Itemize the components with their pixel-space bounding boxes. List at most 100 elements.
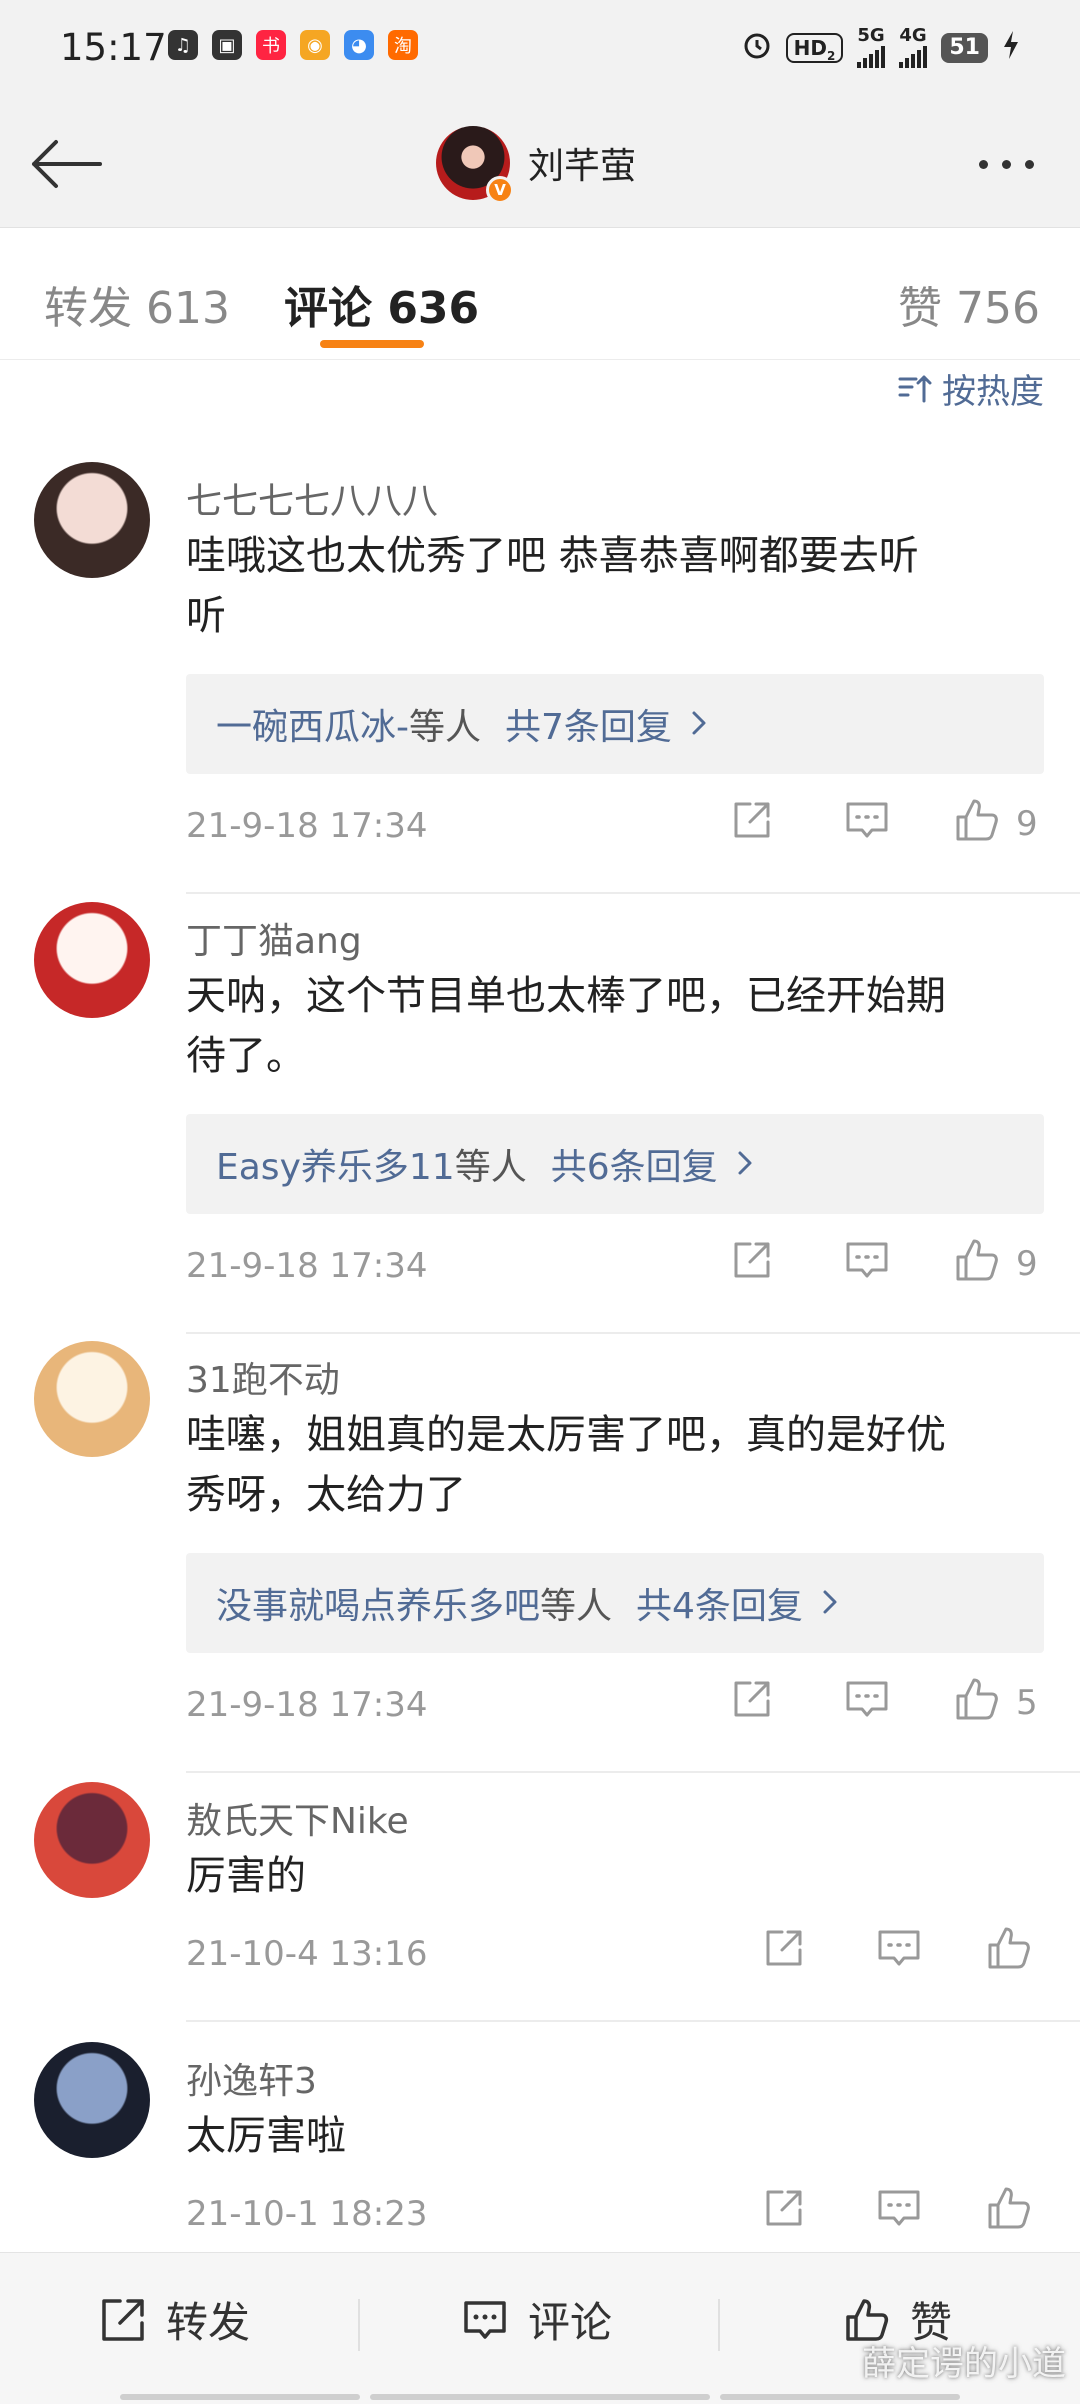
sort-label: 按热度 bbox=[942, 372, 1044, 412]
reply-comment-button[interactable] bbox=[844, 1673, 890, 1733]
qq-icon: ◕ bbox=[344, 30, 374, 60]
like-comment-button[interactable]: 9 bbox=[954, 1234, 1038, 1294]
repost-comment-button[interactable] bbox=[730, 1234, 774, 1294]
reply-comment-button[interactable] bbox=[876, 1922, 922, 1982]
comment-icon bbox=[844, 1238, 890, 1291]
thumbs-up-icon bbox=[954, 797, 1002, 852]
replies-preview[interactable]: Easy养乐多11 等人 共6条回复 bbox=[186, 1114, 1044, 1214]
chevron-right-icon bbox=[821, 1583, 839, 1624]
comment-username[interactable]: 七七七七八八八 bbox=[186, 472, 438, 524]
comment-text-line: 天呐，这个节目单也太棒了吧，已经开始期 bbox=[186, 973, 946, 1019]
comment-timestamp: 21-9-18 17:34 bbox=[186, 1246, 428, 1286]
comment-text: 天呐，这个节目单也太棒了吧，已经开始期 待了。 bbox=[186, 966, 1046, 1086]
active-tab-indicator bbox=[320, 340, 424, 348]
more-dot-icon bbox=[1024, 159, 1034, 169]
alarm-icon bbox=[742, 30, 772, 66]
header-profile[interactable]: V 刘芊萤 bbox=[436, 126, 637, 204]
comment-timestamp: 21-10-1 18:23 bbox=[186, 2194, 428, 2234]
back-button[interactable] bbox=[24, 124, 108, 204]
comment-username[interactable]: 31跑不动 bbox=[186, 1351, 340, 1403]
chevron-right-icon bbox=[736, 1144, 754, 1185]
reply-author: Easy养乐多11 bbox=[216, 1147, 455, 1188]
thumbs-up-icon bbox=[986, 2185, 1034, 2240]
repost-label: 转发 bbox=[166, 2298, 251, 2347]
avatar[interactable] bbox=[34, 1782, 150, 1898]
avatar[interactable] bbox=[34, 462, 150, 578]
divider bbox=[358, 2299, 360, 2351]
comment-timestamp: 21-9-18 17:34 bbox=[186, 1685, 428, 1725]
reply-etc: 等人 bbox=[409, 707, 482, 748]
comment-icon bbox=[844, 1677, 890, 1730]
comment-text-line: 听 bbox=[186, 593, 226, 639]
status-app-icons: ♫ ▣ 书 ◉ ◕ 淘 bbox=[168, 30, 418, 60]
more-dot-icon bbox=[1001, 159, 1011, 169]
more-options-button[interactable] bbox=[956, 134, 1056, 194]
watermark: 薛定谔的小道 bbox=[862, 2344, 1066, 2384]
comment-text-line: 哇噻，姐姐真的是太厉害了吧，真的是好优 bbox=[186, 1412, 946, 1458]
reply-count: 共4条回复 bbox=[636, 1586, 803, 1627]
reply-comment-button[interactable] bbox=[844, 794, 890, 854]
chevron-right-icon bbox=[690, 704, 708, 745]
weibo-icon: ◉ bbox=[300, 30, 330, 60]
like-count: 9 bbox=[1016, 804, 1038, 844]
reply-comment-button[interactable] bbox=[876, 2182, 922, 2242]
avatar[interactable]: V bbox=[436, 126, 514, 204]
hd-indicator: HD2 bbox=[785, 33, 844, 63]
comment-text-line: 太厉害啦 bbox=[186, 2113, 346, 2159]
avatar[interactable] bbox=[34, 1341, 150, 1457]
nav-header: V 刘芊萤 bbox=[0, 100, 1080, 228]
comment-text: 哇噻，姐姐真的是太厉害了吧，真的是好优 秀呀，太给力了 bbox=[186, 1405, 1046, 1525]
comment-icon bbox=[876, 2186, 922, 2239]
repost-comment-button[interactable] bbox=[762, 2182, 806, 2242]
thumbs-up-icon bbox=[954, 1237, 1002, 1292]
signal-4g-icon: 4G bbox=[899, 27, 928, 68]
page-title: 刘芊萤 bbox=[528, 146, 637, 187]
tab-comments[interactable]: 评论 636 bbox=[284, 272, 479, 336]
reply-author: 一碗西瓜冰- bbox=[216, 707, 409, 748]
sort-button[interactable]: 按热度 bbox=[898, 364, 1044, 413]
comment-username[interactable]: 敖氏天下Nike bbox=[186, 1792, 409, 1844]
status-bar: 15:17 ♫ ▣ 书 ◉ ◕ 淘 HD2 5G 4G 51 bbox=[0, 0, 1080, 100]
share-icon bbox=[102, 2298, 144, 2341]
reply-etc: 等人 bbox=[540, 1586, 613, 1627]
comment-label: 评论 bbox=[528, 2298, 613, 2347]
tab-reposts[interactable]: 转发 613 bbox=[44, 272, 230, 336]
nav-indicator bbox=[120, 2394, 360, 2400]
divider bbox=[186, 2020, 1080, 2022]
replies-preview[interactable]: 一碗西瓜冰- 等人 共7条回复 bbox=[186, 674, 1044, 774]
repost-comment-button[interactable] bbox=[730, 794, 774, 854]
comment-text-line: 待了。 bbox=[186, 1033, 306, 1079]
comment-icon bbox=[844, 798, 890, 851]
thumbs-up-icon bbox=[954, 1676, 1002, 1731]
comment-icon bbox=[464, 2300, 506, 2339]
divider bbox=[186, 1332, 1080, 1334]
comment-button[interactable]: 评论 bbox=[460, 2289, 612, 2350]
reply-etc: 等人 bbox=[454, 1147, 527, 1188]
avatar[interactable] bbox=[34, 2042, 150, 2158]
like-comment-button[interactable] bbox=[986, 2182, 1034, 2242]
repost-comment-button[interactable] bbox=[730, 1673, 774, 1733]
tab-bar: 转发 613 评论 636 赞 756 bbox=[0, 228, 1080, 360]
repost-comment-button[interactable] bbox=[762, 1922, 806, 1982]
sort-icon bbox=[898, 375, 932, 402]
comment-text-line: 秀呀，太给力了 bbox=[186, 1472, 466, 1518]
comment-username[interactable]: 丁丁猫ang bbox=[186, 912, 362, 964]
like-comment-button[interactable] bbox=[986, 1922, 1034, 1982]
comment-username[interactable]: 孙逸轩3 bbox=[186, 2052, 317, 2104]
like-count: 5 bbox=[1016, 1683, 1038, 1723]
tab-likes[interactable]: 赞 756 bbox=[898, 272, 1040, 336]
comment-text: 太厉害啦 bbox=[186, 2106, 1046, 2166]
status-time: 15:17 bbox=[60, 26, 167, 69]
charging-icon bbox=[1002, 30, 1020, 66]
battery-level: 51 bbox=[941, 33, 988, 63]
signal-5g-icon: 5G bbox=[857, 27, 886, 68]
divider bbox=[186, 892, 1080, 894]
replies-preview[interactable]: 没事就喝点养乐多吧 等人 共4条回复 bbox=[186, 1553, 1044, 1653]
repost-button[interactable]: 转发 bbox=[98, 2289, 250, 2350]
avatar[interactable] bbox=[34, 902, 150, 1018]
share-icon bbox=[762, 2186, 806, 2239]
comment-text: 哇哦这也太优秀了吧 恭喜恭喜啊都要去听听 bbox=[186, 526, 1046, 646]
like-comment-button[interactable]: 5 bbox=[954, 1673, 1038, 1733]
like-comment-button[interactable]: 9 bbox=[954, 794, 1038, 854]
reply-comment-button[interactable] bbox=[844, 1234, 890, 1294]
